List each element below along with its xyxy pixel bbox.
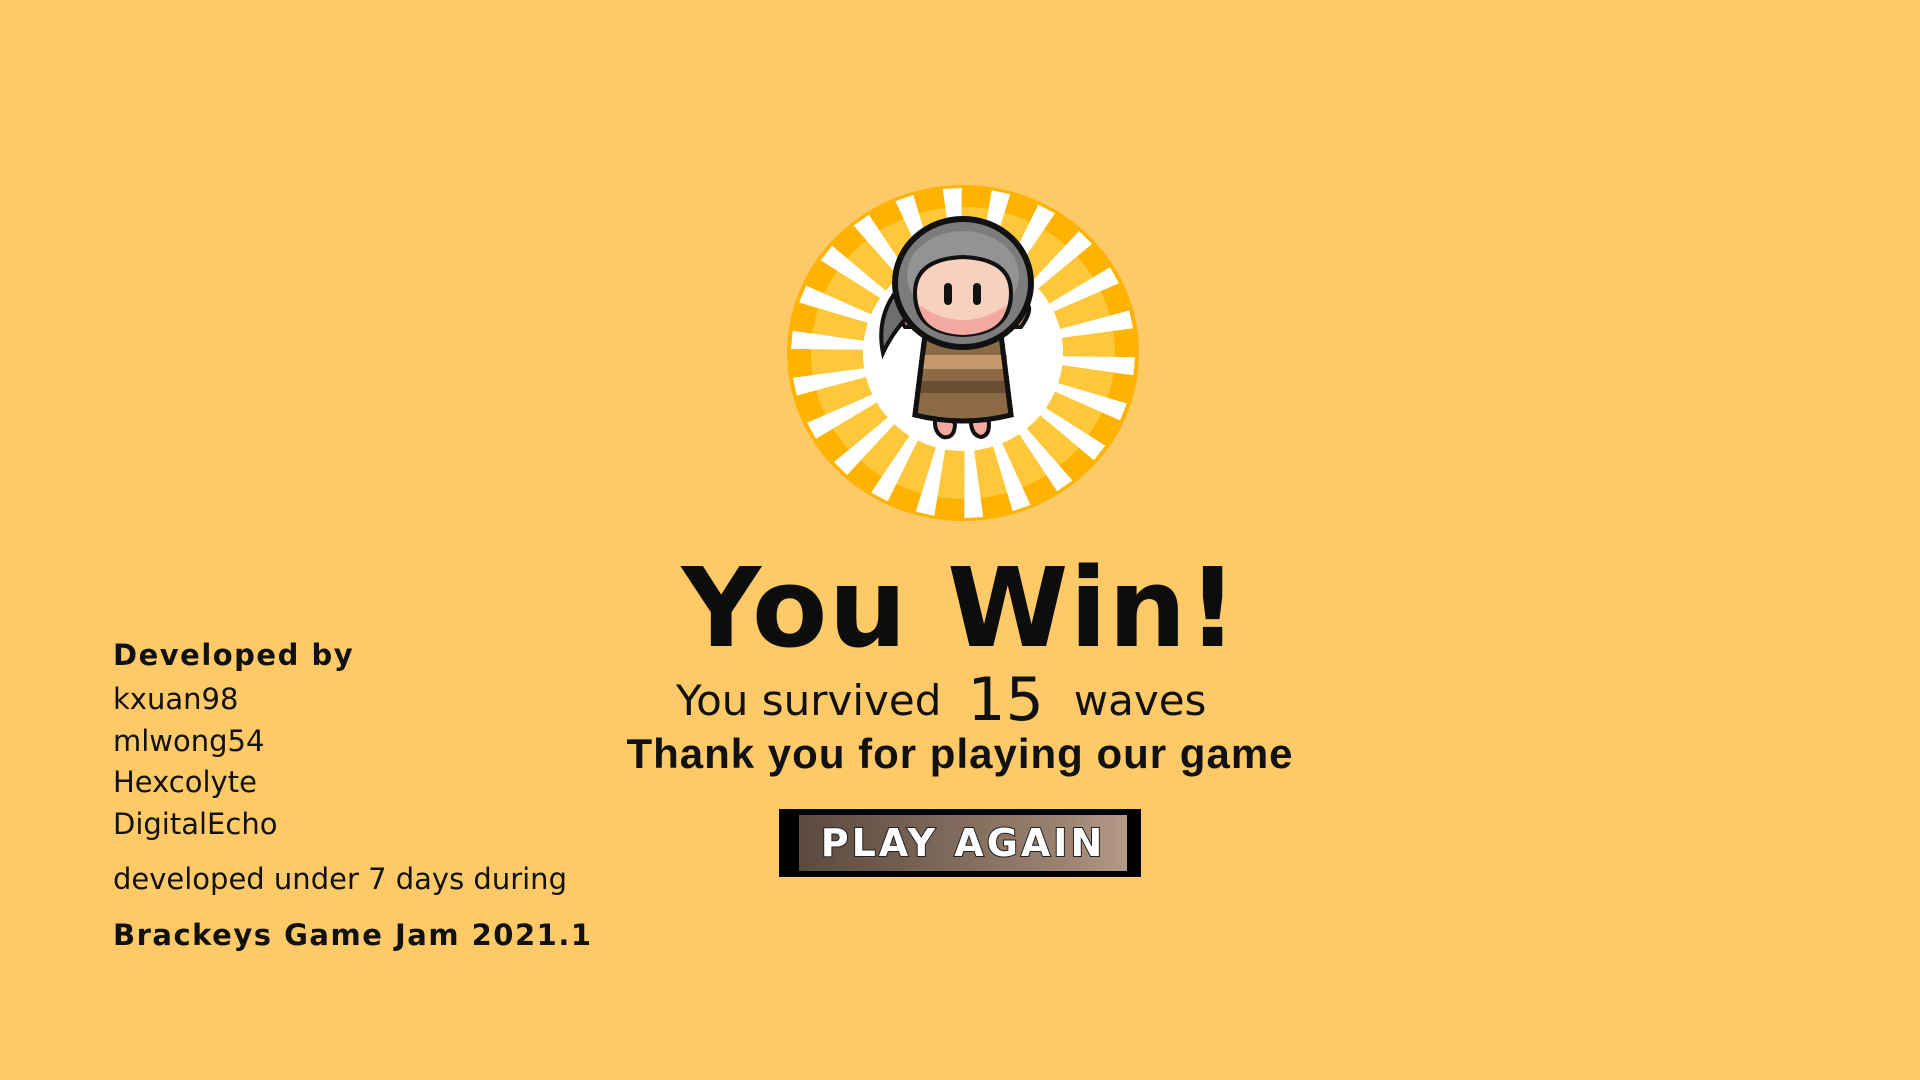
survived-suffix: waves	[1073, 675, 1207, 725]
developer-name: mlwong54	[113, 723, 265, 758]
game-jam-name: Brackeys Game Jam 2021.1	[113, 918, 593, 952]
play-again-button[interactable]: PLAY AGAIN	[779, 809, 1141, 877]
play-again-button-face[interactable]: PLAY AGAIN	[799, 815, 1127, 871]
developer-name: kxuan98	[113, 682, 239, 716]
development-note: developed under 7 days during	[113, 862, 567, 896]
waves-count: 15	[967, 665, 1044, 735]
developer-name: Hexcolyte	[113, 765, 257, 799]
credits-heading: Developed by	[113, 638, 355, 672]
credits-panel: Developed by kxuan98 mlwong54 Hexcolyte …	[113, 631, 593, 955]
win-emblem	[785, 183, 1141, 523]
developer-name: DigitalEcho	[113, 806, 278, 841]
survived-prefix: You survived	[676, 675, 942, 725]
waves-survived-line: You survived 15 waves	[676, 665, 1206, 735]
character-sunburst-icon	[787, 185, 1139, 521]
play-again-label: PLAY AGAIN	[820, 820, 1106, 866]
